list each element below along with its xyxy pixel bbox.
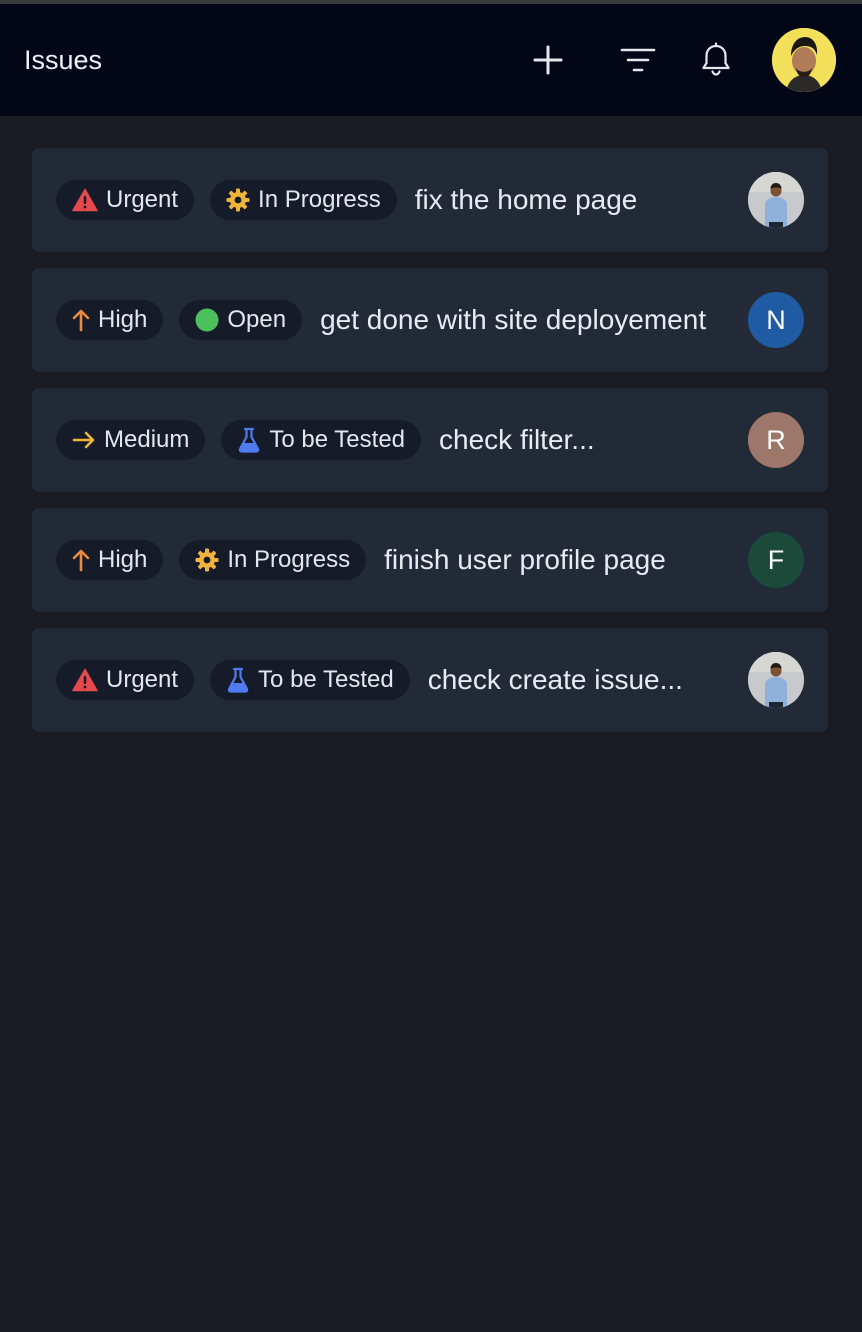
priority-label: Medium <box>104 426 190 453</box>
gear-icon <box>195 548 219 572</box>
priority-badge[interactable]: High <box>56 300 164 340</box>
priority-badge[interactable]: Medium <box>56 420 206 460</box>
priority-badge[interactable]: High <box>56 540 164 580</box>
app-header: Issues <box>0 4 862 116</box>
status-label: In Progress <box>227 546 351 573</box>
status-label: To be Tested <box>258 666 394 693</box>
issue-title[interactable]: fix the home page <box>413 184 730 216</box>
user-photo-icon <box>772 28 836 92</box>
person-photo-icon <box>748 652 804 708</box>
issue-card[interactable]: High Open get done with site deployement… <box>32 268 828 372</box>
bell-icon[interactable] <box>692 36 740 84</box>
priority-label: High <box>98 546 148 573</box>
arrow-up-icon <box>72 308 90 332</box>
priority-badge[interactable]: Urgent <box>56 180 195 220</box>
status-badge[interactable]: In Progress <box>210 180 397 220</box>
issue-title[interactable]: finish user profile page <box>382 544 730 576</box>
issue-title[interactable]: get done with site deployement <box>318 304 730 336</box>
gear-icon <box>226 188 250 212</box>
page-title: Issues <box>24 44 103 75</box>
status-label: To be Tested <box>269 426 406 453</box>
status-label: In Progress <box>258 186 381 213</box>
arrow-right-icon <box>72 430 96 450</box>
assignee-avatar[interactable]: N <box>748 292 804 348</box>
circle-icon <box>195 308 219 332</box>
assignee-avatar[interactable]: F <box>748 532 804 588</box>
status-badge[interactable]: To be Tested <box>210 660 410 700</box>
issue-card[interactable]: High In Progress finish user profile pag… <box>32 508 828 612</box>
priority-label: Urgent <box>106 666 179 693</box>
issue-card[interactable]: Urgent In Progress fix the home page <box>32 148 828 252</box>
user-avatar[interactable] <box>772 28 836 92</box>
issue-card[interactable]: Urgent To be Tested check create issue..… <box>32 628 828 732</box>
priority-label: Urgent <box>106 186 179 213</box>
assignee-avatar[interactable] <box>748 652 804 708</box>
issue-card[interactable]: Medium To be Tested check filter... R <box>32 388 828 492</box>
flask-icon <box>237 427 261 453</box>
issue-title[interactable]: check create issue... <box>426 664 730 696</box>
warning-icon <box>72 668 98 692</box>
assignee-avatar[interactable]: R <box>748 412 804 468</box>
filter-icon[interactable] <box>614 36 662 84</box>
issue-list: Urgent In Progress fix the home page Hig… <box>0 116 862 732</box>
priority-label: High <box>98 306 148 333</box>
person-photo-icon <box>748 172 804 228</box>
status-badge[interactable]: To be Tested <box>221 420 422 460</box>
assignee-avatar[interactable] <box>748 172 804 228</box>
status-badge[interactable]: Open <box>179 300 303 340</box>
arrow-up-icon <box>72 548 90 572</box>
status-badge[interactable]: In Progress <box>179 540 367 580</box>
status-label: Open <box>227 306 287 333</box>
flask-icon <box>226 667 250 693</box>
warning-icon <box>72 188 98 212</box>
issue-title[interactable]: check filter... <box>437 424 730 456</box>
plus-icon[interactable] <box>524 36 572 84</box>
priority-badge[interactable]: Urgent <box>56 660 195 700</box>
